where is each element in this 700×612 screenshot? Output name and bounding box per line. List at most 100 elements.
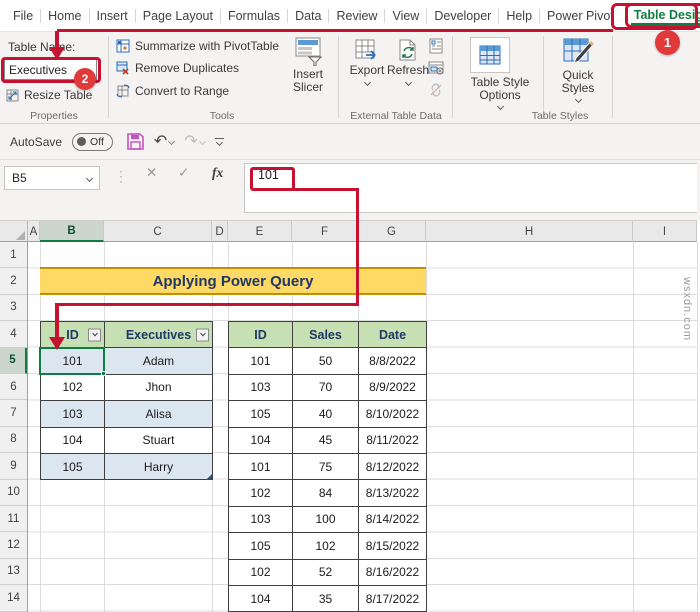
table-cell[interactable]: 52 xyxy=(292,558,359,586)
tab-help[interactable]: Help xyxy=(499,9,539,23)
table-cell[interactable]: Harry xyxy=(104,452,213,481)
title-banner-cell[interactable]: Applying Power Query xyxy=(40,267,426,295)
fill-handle[interactable] xyxy=(101,371,106,376)
table-cell[interactable]: 8/15/2022 xyxy=(358,532,427,560)
tab-review[interactable]: Review xyxy=(329,9,384,23)
table-cell[interactable]: 8/16/2022 xyxy=(358,558,427,586)
column-header-C[interactable]: C xyxy=(104,221,212,242)
table-cell[interactable]: 70 xyxy=(292,373,359,402)
table-cell[interactable]: 8/13/2022 xyxy=(358,479,427,507)
table-cell[interactable]: 104 xyxy=(228,426,293,454)
table-cell[interactable]: 75 xyxy=(292,452,359,481)
table-cell[interactable]: Stuart xyxy=(104,426,213,454)
tab-insert[interactable]: Insert xyxy=(90,9,135,23)
tab-file[interactable]: File xyxy=(6,9,40,23)
table-cell[interactable]: 102 xyxy=(292,532,359,560)
column-header-D[interactable]: D xyxy=(212,221,228,242)
table-cell[interactable]: 8/17/2022 xyxy=(358,584,427,612)
unlink-button[interactable] xyxy=(428,82,444,98)
tab-view[interactable]: View xyxy=(385,9,426,23)
table-cell[interactable]: 8/9/2022 xyxy=(358,373,427,402)
table-cell[interactable]: 104 xyxy=(40,426,105,454)
column-header-A[interactable]: A xyxy=(28,221,40,242)
tab-home[interactable]: Home xyxy=(41,9,88,23)
table-cell[interactable]: 103 xyxy=(228,373,293,402)
row-header-8[interactable]: 8 xyxy=(0,427,27,454)
column-header-I[interactable]: I xyxy=(633,221,697,242)
row-header-9[interactable]: 9 xyxy=(0,453,27,480)
row-header-10[interactable]: 10 xyxy=(0,480,27,506)
select-all-corner[interactable] xyxy=(0,221,28,242)
enter-button[interactable]: ✓ xyxy=(178,165,189,181)
table-cell[interactable]: 8/11/2022 xyxy=(358,426,427,454)
table-cell[interactable]: 8/10/2022 xyxy=(358,400,427,428)
table-cell[interactable]: 105 xyxy=(40,452,105,481)
tab-data[interactable]: Data xyxy=(288,9,328,23)
column-header-B[interactable]: B xyxy=(40,221,104,242)
table-cell[interactable]: 103 xyxy=(40,400,105,428)
convert-to-range-button[interactable]: Convert to Range xyxy=(116,82,229,100)
quick-styles-button[interactable]: Quick Styles xyxy=(552,36,604,104)
column-header-H[interactable]: H xyxy=(426,221,633,242)
table-cell[interactable]: 102 xyxy=(40,373,105,402)
table-cell[interactable]: 105 xyxy=(228,400,293,428)
table-cell[interactable]: 50 xyxy=(292,347,359,375)
table-cell[interactable]: 40 xyxy=(292,400,359,428)
refresh-button[interactable]: Refresh xyxy=(387,38,429,87)
column-header-G[interactable]: G xyxy=(358,221,426,242)
table-cell[interactable]: 102 xyxy=(228,479,293,507)
table-cell[interactable]: 8/12/2022 xyxy=(358,452,427,481)
executives-table-header-executives[interactable]: Executives xyxy=(104,320,213,349)
tab-developer[interactable]: Developer xyxy=(427,9,498,23)
column-header-E[interactable]: E xyxy=(228,221,292,242)
table-cell[interactable]: 104 xyxy=(228,584,293,612)
summarize-with-pivottable-button[interactable]: Summarize with PivotTable xyxy=(116,37,279,55)
export-button[interactable]: Export xyxy=(347,38,387,87)
table-cell[interactable]: 35 xyxy=(292,584,359,612)
open-in-browser-button[interactable] xyxy=(428,60,444,76)
row-header-1[interactable]: 1 xyxy=(0,242,27,269)
selected-cell-border[interactable] xyxy=(39,347,106,376)
table-cell[interactable]: 105 xyxy=(228,532,293,560)
redo-button[interactable]: ↷ xyxy=(184,133,206,150)
data-range-properties-button[interactable] xyxy=(428,38,444,54)
table-cell[interactable]: 101 xyxy=(228,452,293,481)
remove-duplicates-button[interactable]: Remove Duplicates xyxy=(116,59,239,77)
table-cell[interactable]: 84 xyxy=(292,479,359,507)
formula-bar-grip[interactable]: ⋮ xyxy=(114,168,128,185)
filter-dropdown-button[interactable] xyxy=(88,328,101,342)
row-header-11[interactable]: 11 xyxy=(0,506,27,533)
filter-dropdown-button[interactable] xyxy=(196,328,209,342)
row-header-4[interactable]: 4 xyxy=(0,321,27,348)
table-resize-handle[interactable] xyxy=(206,474,212,480)
sales-table-header-date[interactable]: Date xyxy=(358,320,427,349)
undo-button[interactable]: ↶ xyxy=(154,133,176,150)
table-cell[interactable]: 8/8/2022 xyxy=(358,347,427,375)
tab-power-pivot[interactable]: Power Pivot xyxy=(540,9,621,23)
table-cell[interactable]: 101 xyxy=(228,347,293,375)
tab-formulas[interactable]: Formulas xyxy=(221,9,287,23)
row-header-12[interactable]: 12 xyxy=(0,532,27,559)
table-cell[interactable]: Alisa xyxy=(104,400,213,428)
table-style-options-button[interactable] xyxy=(470,37,510,73)
tab-page-layout[interactable]: Page Layout xyxy=(136,9,220,23)
sales-table-header-sales[interactable]: Sales xyxy=(292,320,359,349)
table-cell[interactable]: 102 xyxy=(228,558,293,586)
column-header-F[interactable]: F xyxy=(292,221,358,242)
table-cell[interactable]: Adam xyxy=(104,347,213,375)
row-header-3[interactable]: 3 xyxy=(0,295,27,322)
name-box[interactable]: B5 xyxy=(4,166,100,190)
table-style-options-label[interactable]: Table Style Options xyxy=(462,76,538,111)
insert-slicer-button[interactable]: Insert Slicer xyxy=(284,36,332,94)
table-cell[interactable]: 8/14/2022 xyxy=(358,505,427,534)
row-header-7[interactable]: 7 xyxy=(0,400,27,427)
sales-table-header-id[interactable]: ID xyxy=(228,320,293,349)
table-cell[interactable]: 103 xyxy=(228,505,293,534)
table-cell[interactable]: 45 xyxy=(292,426,359,454)
row-header-2[interactable]: 2 xyxy=(0,268,27,295)
insert-function-button[interactable]: fx xyxy=(212,165,223,181)
customize-qat-button[interactable] xyxy=(214,138,224,147)
save-button[interactable] xyxy=(127,133,144,150)
row-header-13[interactable]: 13 xyxy=(0,559,27,586)
cancel-button[interactable]: ✕ xyxy=(146,165,157,181)
